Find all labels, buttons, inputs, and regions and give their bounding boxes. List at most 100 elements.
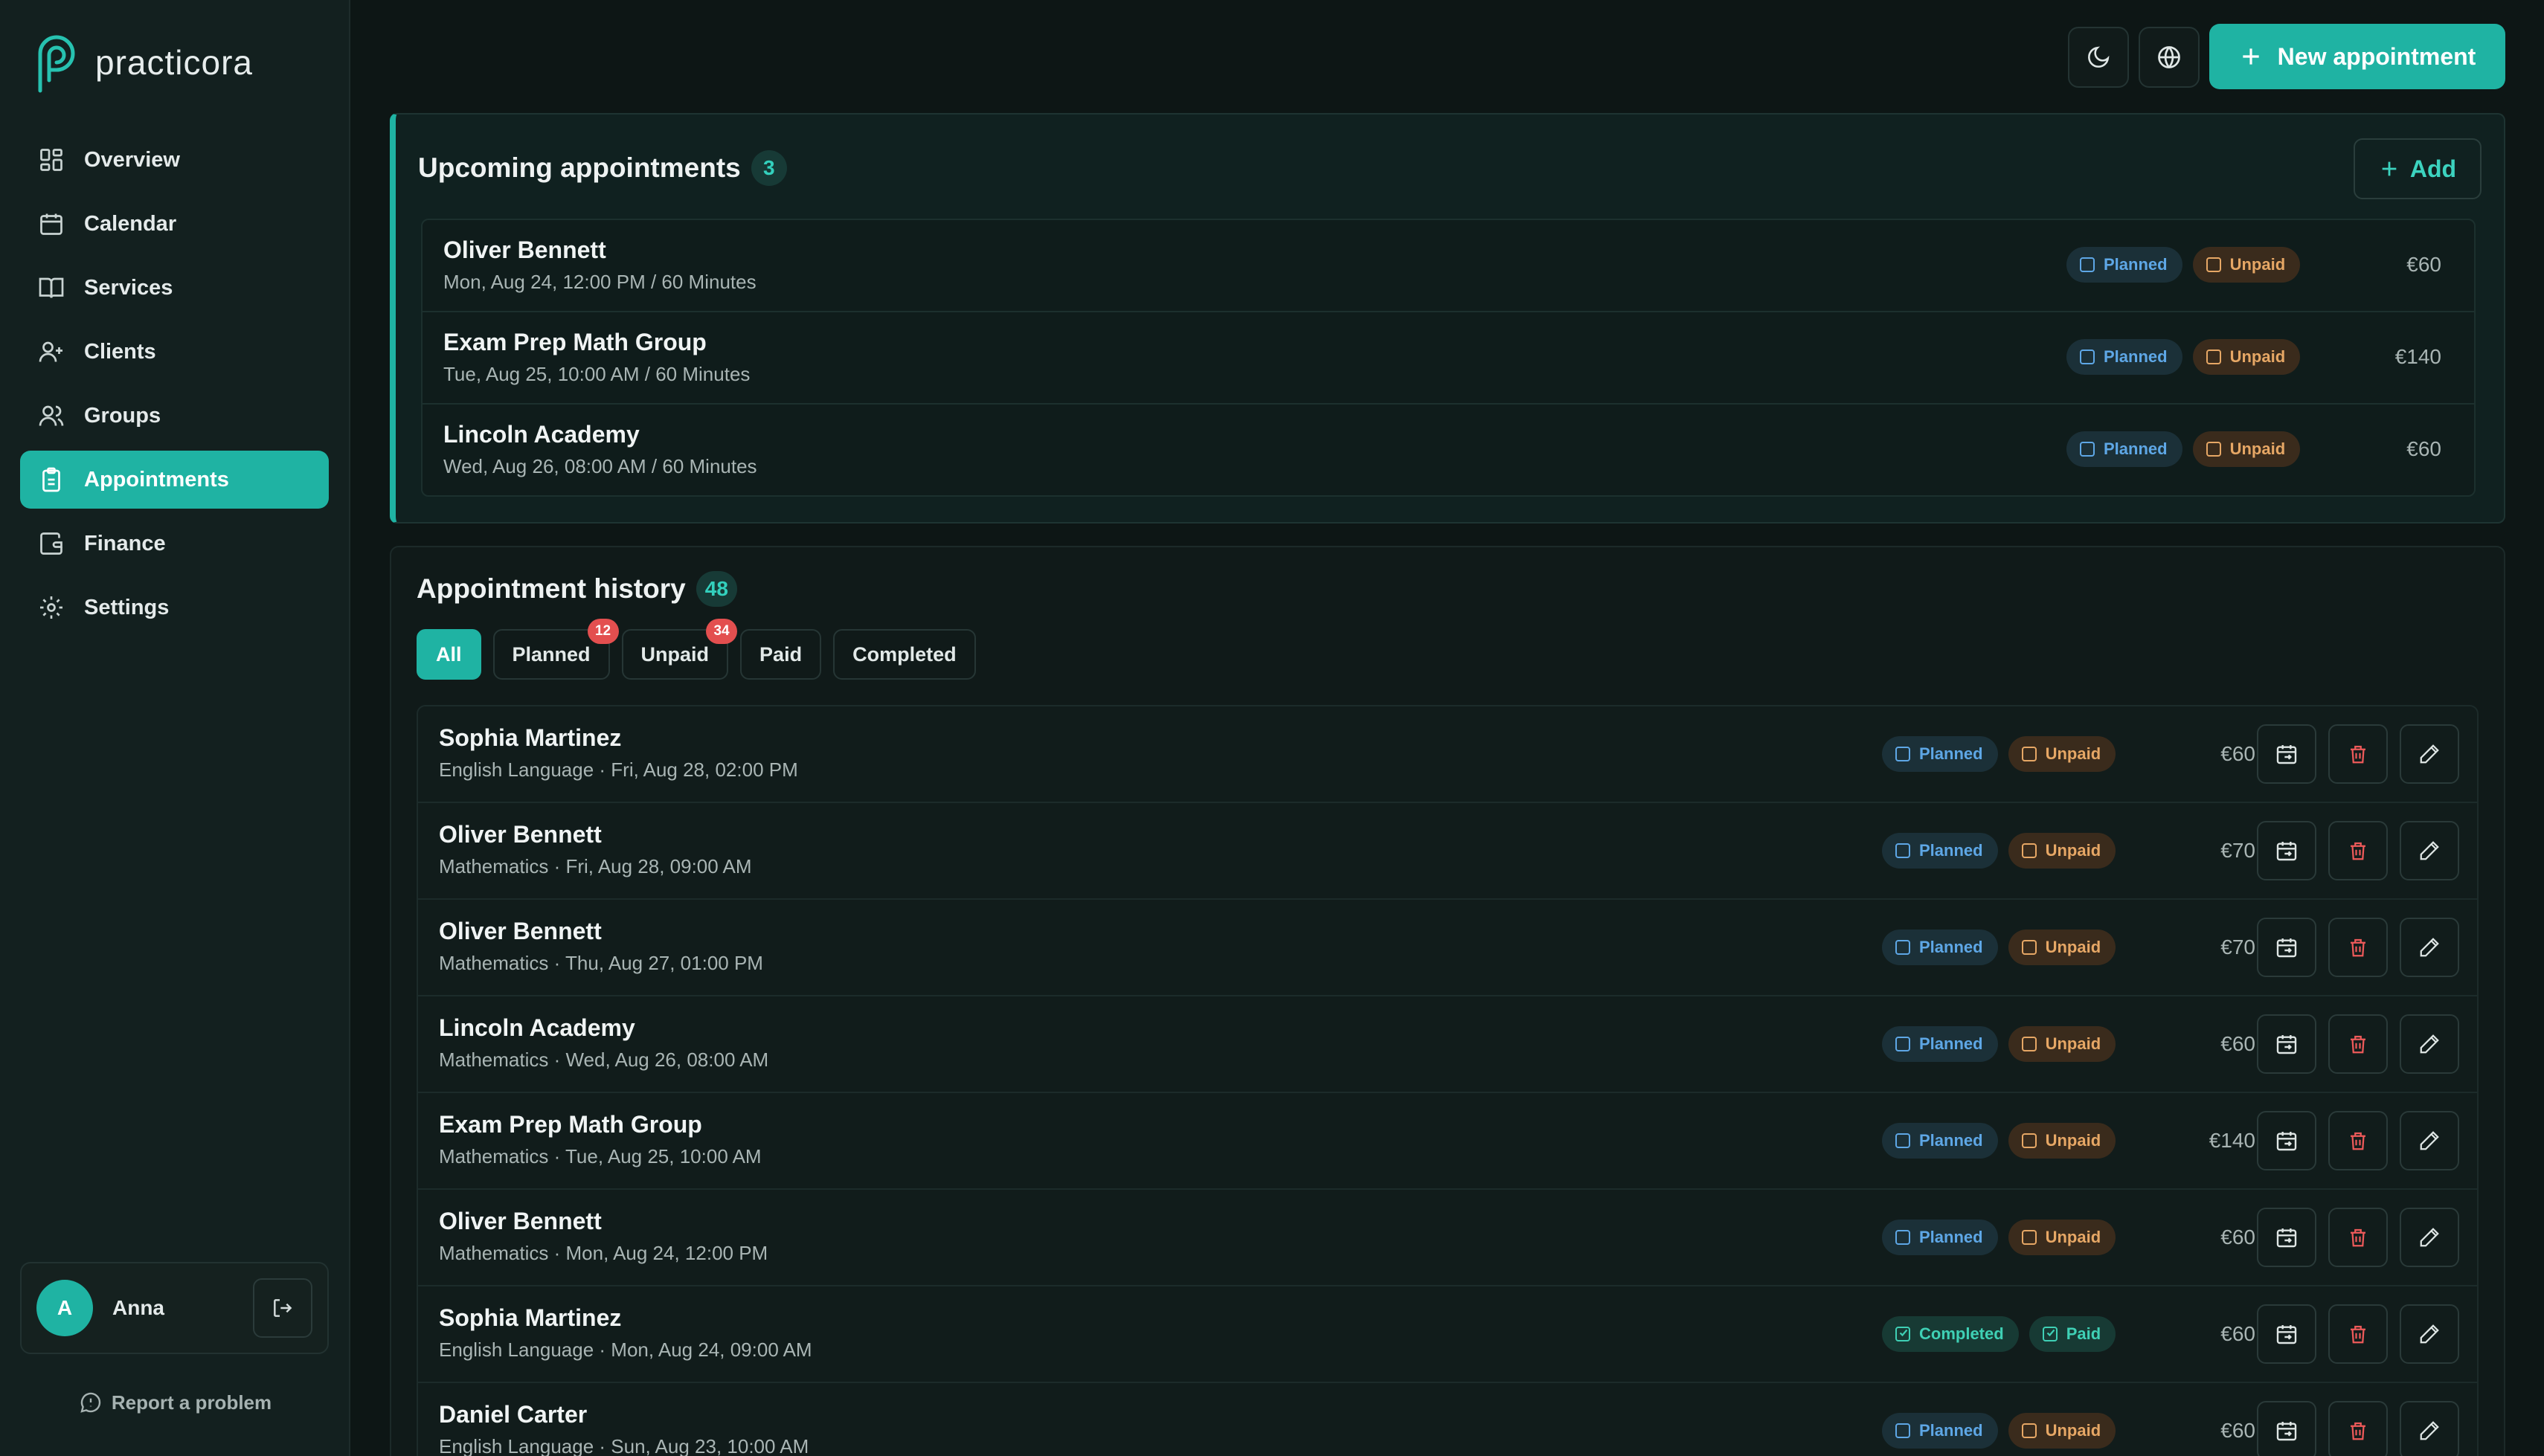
- reschedule-button[interactable]: [2257, 1111, 2316, 1170]
- report-problem-link[interactable]: Report a problem: [0, 1391, 350, 1414]
- wallet-icon: [40, 532, 62, 555]
- status-pills: Planned Unpaid: [1882, 736, 2116, 772]
- checkbox-icon: [2206, 442, 2221, 457]
- table-row[interactable]: Oliver Bennett Mathematics · Fri, Aug 28…: [418, 803, 2477, 900]
- nav-label: Calendar: [84, 211, 177, 236]
- plus-icon: [2242, 48, 2259, 65]
- reschedule-button[interactable]: [2257, 1304, 2316, 1364]
- delete-button[interactable]: [2328, 1208, 2388, 1267]
- appointment-name: Sophia Martinez: [439, 1304, 622, 1331]
- payment-badge: Unpaid: [2008, 930, 2116, 965]
- table-row[interactable]: Oliver Bennett Mathematics · Mon, Aug 24…: [418, 1190, 2477, 1286]
- appointment-price: €60: [2406, 253, 2441, 276]
- status-text: Planned: [1919, 841, 1983, 860]
- user-card: A Anna: [20, 1262, 329, 1354]
- appointment-details: Mon, Aug 24, 12:00 PM / 60 Minutes: [443, 271, 757, 293]
- logout-button[interactable]: [253, 1278, 312, 1338]
- appointment-price: €140: [2209, 1129, 2255, 1152]
- appointment-details: Mathematics · Mon, Aug 24, 12:00 PM: [439, 1242, 768, 1264]
- checkbox-icon: [2021, 1133, 2037, 1148]
- table-row[interactable]: Sophia Martinez English Language · Fri, …: [418, 706, 2477, 803]
- delete-button[interactable]: [2328, 821, 2388, 880]
- sidebar: practicora Overview Calendar Services Cl…: [0, 0, 350, 1456]
- nav-item-calendar[interactable]: Calendar: [20, 195, 329, 253]
- edit-button[interactable]: [2400, 1014, 2459, 1074]
- logo-text: practicora: [95, 43, 253, 82]
- table-row[interactable]: Lincoln Academy Mathematics · Wed, Aug 2…: [418, 996, 2477, 1093]
- checkbox-icon: [2021, 843, 2037, 858]
- delete-button[interactable]: [2328, 724, 2388, 784]
- history-list: Sophia Martinez English Language · Fri, …: [417, 705, 2479, 1456]
- payment-text: Paid: [2066, 1324, 2101, 1343]
- delete-button[interactable]: [2328, 1111, 2388, 1170]
- edit-button[interactable]: [2400, 821, 2459, 880]
- calendar-reschedule-icon: [2276, 1228, 2297, 1248]
- reschedule-button[interactable]: [2257, 724, 2316, 784]
- app-logo[interactable]: practicora: [33, 31, 253, 94]
- edit-button[interactable]: [2400, 1208, 2459, 1267]
- upcoming-count-badge: 3: [751, 150, 787, 186]
- checkbox-icon: [2021, 940, 2037, 955]
- add-button[interactable]: Add: [2354, 138, 2482, 199]
- edit-button[interactable]: [2400, 918, 2459, 977]
- table-row[interactable]: Oliver Bennett Mathematics · Thu, Aug 27…: [418, 900, 2477, 996]
- appointment-details: Mathematics · Fri, Aug 28, 09:00 AM: [439, 855, 752, 877]
- avatar[interactable]: A: [36, 1280, 93, 1336]
- appointment-name: Exam Prep Math Group: [443, 329, 707, 355]
- list-item[interactable]: Exam Prep Math Group Tue, Aug 25, 10:00 …: [423, 312, 2474, 405]
- nav-item-appointments[interactable]: Appointments: [20, 451, 329, 509]
- filter-planned[interactable]: Planned 12: [492, 619, 619, 680]
- edit-button[interactable]: [2400, 1111, 2459, 1170]
- status-badge: Planned: [2066, 247, 2182, 283]
- trash-icon: [2351, 1228, 2365, 1247]
- nav-item-groups[interactable]: Groups: [20, 387, 329, 445]
- table-row[interactable]: Daniel Carter English Language · Sun, Au…: [418, 1383, 2477, 1456]
- appointment-details: English Language · Fri, Aug 28, 02:00 PM: [439, 758, 798, 781]
- new-appointment-button[interactable]: New appointment: [2209, 24, 2505, 89]
- appointment-details: English Language · Mon, Aug 24, 09:00 AM: [439, 1339, 812, 1361]
- edit-button[interactable]: [2400, 1304, 2459, 1364]
- table-row[interactable]: Sophia Martinez English Language · Mon, …: [418, 1286, 2477, 1383]
- language-button[interactable]: [2139, 27, 2200, 88]
- delete-button[interactable]: [2328, 1014, 2388, 1074]
- theme-toggle-button[interactable]: [2068, 27, 2129, 88]
- calendar-reschedule-icon: [2276, 1132, 2297, 1151]
- appointment-name: Oliver Bennett: [439, 1208, 602, 1234]
- filter-completed[interactable]: Completed: [833, 629, 976, 680]
- list-item[interactable]: Lincoln Academy Wed, Aug 26, 08:00 AM / …: [423, 405, 2474, 495]
- nav-item-overview[interactable]: Overview: [20, 131, 329, 189]
- appointment-price: €60: [2406, 437, 2441, 460]
- checkbox-icon: [2042, 1327, 2058, 1341]
- appointment-name: Sophia Martinez: [439, 724, 622, 751]
- delete-button[interactable]: [2328, 1304, 2388, 1364]
- filter-label: Unpaid: [640, 642, 710, 666]
- filter-all[interactable]: All: [417, 629, 481, 680]
- nav-item-clients[interactable]: Clients: [20, 323, 329, 381]
- nav-item-finance[interactable]: Finance: [20, 515, 329, 573]
- payment-badge: Unpaid: [2192, 339, 2301, 375]
- book-icon: [39, 277, 64, 298]
- checkbox-icon: [1895, 1037, 1910, 1051]
- filter-unpaid[interactable]: Unpaid 34: [621, 619, 738, 680]
- trash-icon: [2351, 1132, 2365, 1150]
- reschedule-button[interactable]: [2257, 1208, 2316, 1267]
- check-icon: [2046, 1329, 2055, 1337]
- delete-button[interactable]: [2328, 1401, 2388, 1456]
- edit-button[interactable]: [2400, 724, 2459, 784]
- list-item[interactable]: Oliver Bennett Mon, Aug 24, 12:00 PM / 6…: [423, 220, 2474, 312]
- delete-button[interactable]: [2328, 918, 2388, 977]
- reschedule-button[interactable]: [2257, 1014, 2316, 1074]
- payment-badge: Unpaid: [2008, 833, 2116, 869]
- filter-paid[interactable]: Paid: [740, 629, 822, 680]
- reschedule-button[interactable]: [2257, 821, 2316, 880]
- edit-button[interactable]: [2400, 1401, 2459, 1456]
- status-pills: Completed Paid: [1882, 1316, 2116, 1352]
- reschedule-button[interactable]: [2257, 1401, 2316, 1456]
- grid-icon: [40, 149, 62, 171]
- payment-text: Unpaid: [2229, 347, 2286, 366]
- table-row[interactable]: Exam Prep Math Group Mathematics · Tue, …: [418, 1093, 2477, 1190]
- nav-item-services[interactable]: Services: [20, 259, 329, 317]
- reschedule-button[interactable]: [2257, 918, 2316, 977]
- nav-item-settings[interactable]: Settings: [20, 579, 329, 637]
- pencil-icon: [2420, 1324, 2439, 1344]
